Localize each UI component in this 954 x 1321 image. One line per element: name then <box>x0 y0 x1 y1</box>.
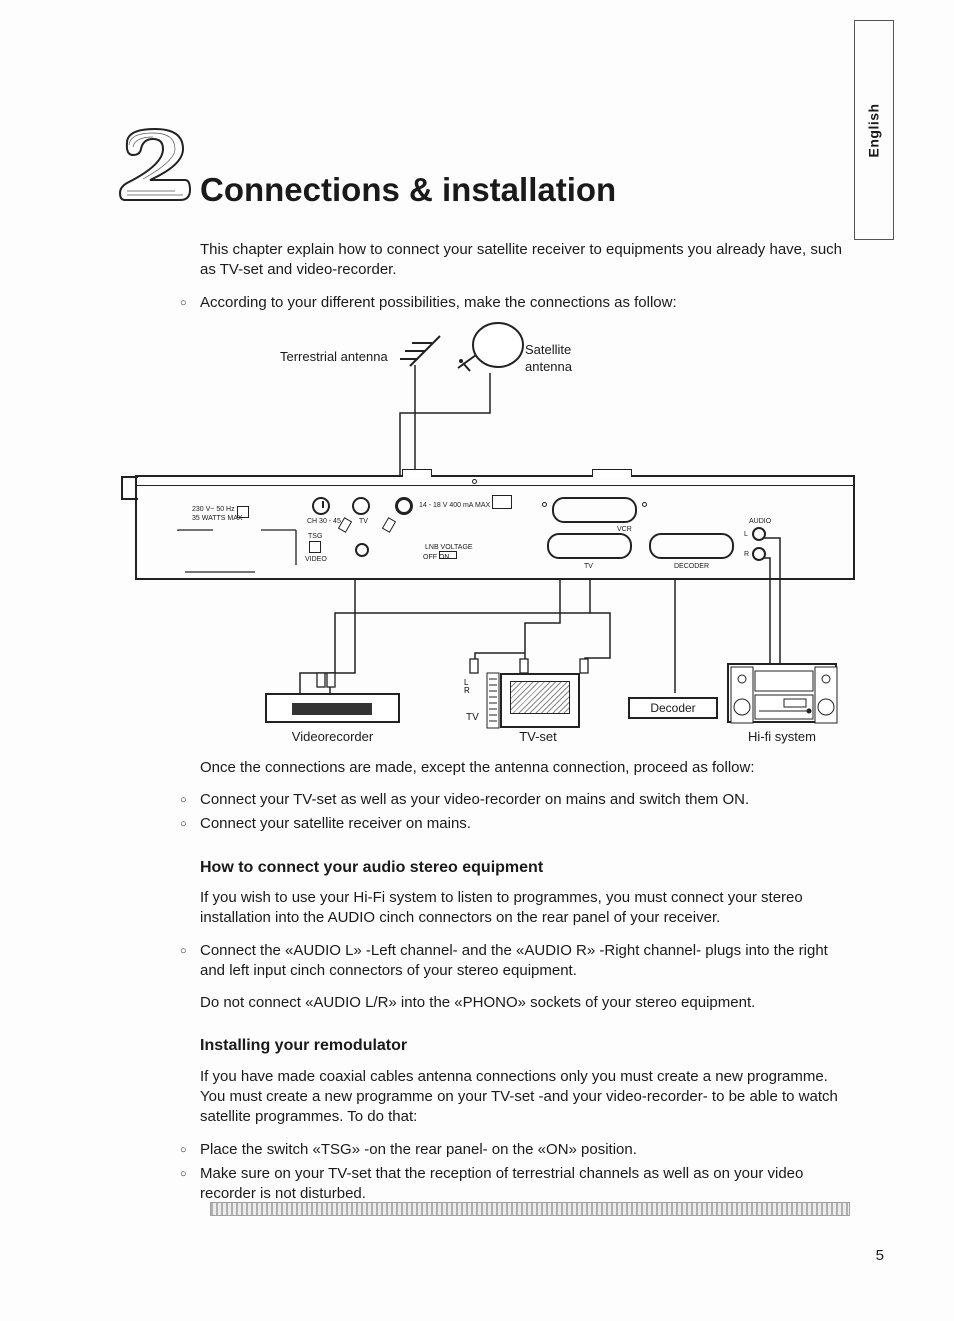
tv-scart-label: TV <box>584 562 593 571</box>
audio-l-label: L <box>744 530 748 539</box>
bullet-text: Make sure on your TV-set that the recept… <box>200 1164 850 1205</box>
bullet-item: ○ Place the switch «TSG» -on the rear pa… <box>180 1140 850 1160</box>
lnb-spec-label: 14 - 18 V 400 mA MAX <box>419 501 490 510</box>
vcr-scart-top <box>492 495 512 509</box>
audio-paragraph-2: Do not connect «AUDIO L/R» into the «PHO… <box>200 993 850 1013</box>
bullet-icon: ○ <box>180 293 200 313</box>
tvset-label: TV-set <box>488 728 588 746</box>
video-label: VIDEO <box>305 555 327 564</box>
bullet-text: Connect your satellite receiver on mains… <box>200 814 850 834</box>
dashed-group <box>177 529 297 573</box>
tsg-switch <box>309 541 321 553</box>
receiver-handle-icon <box>118 475 140 505</box>
videorecorder-device <box>265 693 400 723</box>
bullet-text: Connect the «AUDIO L» -Left channel- and… <box>200 941 850 982</box>
remod-paragraph-1: If you have made coaxial cables antenna … <box>200 1067 850 1128</box>
bullet-text: Connect your TV-set as well as your vide… <box>200 790 850 810</box>
footer-decoration <box>210 1202 850 1216</box>
audio-r-port <box>752 547 766 561</box>
decoder-device: Decoder <box>628 697 718 719</box>
bullet-icon: ○ <box>180 790 200 810</box>
remod-section-heading: Installing your remodulator <box>200 1035 850 1057</box>
tv-side-grille <box>487 673 501 728</box>
tv-rf-port <box>352 497 370 515</box>
audio-r-label: R <box>744 550 749 559</box>
audio-section-heading: How to connect your audio stereo equipme… <box>200 857 850 879</box>
screw-hole <box>472 479 477 484</box>
aux-port <box>355 543 369 557</box>
tv-scart <box>547 533 632 559</box>
bullet-item: ○ According to your different possibilit… <box>180 293 850 313</box>
lnb-plug-icon <box>381 515 401 535</box>
tvset-device <box>500 673 580 728</box>
page-number: 5 <box>876 1246 884 1266</box>
bullet-icon: ○ <box>180 1164 200 1205</box>
hifi-label: Hi-fi system <box>727 728 837 746</box>
tv-rf-label: TV <box>359 517 368 526</box>
screw-hole <box>642 502 647 507</box>
bullet-icon: ○ <box>180 1140 200 1160</box>
lnb-input-port <box>395 497 413 515</box>
videorecorder-label: Videorecorder <box>265 728 400 746</box>
bullet-text: According to your different possibilitie… <box>200 293 850 313</box>
screw-hole <box>542 502 547 507</box>
page-content: This chapter explain how to connect your… <box>180 240 850 1208</box>
chapter-number-icon <box>115 125 195 205</box>
lnb-voltage-switch <box>439 551 457 559</box>
top-port <box>592 469 632 477</box>
bullet-item: ○ Connect your satellite receiver on mai… <box>180 814 850 834</box>
bullet-text: Place the switch «TSG» -on the rear pane… <box>200 1140 850 1160</box>
rf-plug-icon <box>337 515 357 535</box>
decoder-scart-label: DECODER <box>674 562 709 571</box>
bullet-item: ○ Connect the «AUDIO L» -Left channel- a… <box>180 941 850 982</box>
audio-paragraph-1: If you wish to use your Hi-Fi system to … <box>200 888 850 929</box>
power-socket <box>237 506 249 518</box>
top-port <box>402 469 432 477</box>
audio-l-port <box>752 527 766 541</box>
vcr-scart <box>552 497 637 523</box>
post-diagram-paragraph: Once the connections are made, except th… <box>200 758 850 778</box>
hifi-device <box>727 663 837 723</box>
channel-dial <box>312 497 330 515</box>
svg-text:R: R <box>464 686 470 695</box>
power-spec-label: 230 V~ 50 Hz 35 WATTS MAX <box>192 505 243 524</box>
vcr-scart-label: VCR <box>617 525 632 534</box>
bullet-icon: ○ <box>180 814 200 834</box>
bullet-item: ○ Make sure on your TV-set that the rece… <box>180 1164 850 1205</box>
language-tab: English <box>854 20 894 240</box>
bullet-icon: ○ <box>180 941 200 982</box>
decoder-scart <box>649 533 734 559</box>
connection-diagram: Terrestrial antenna Satellite antenna <box>130 323 880 743</box>
tv-small-label: TV <box>466 711 479 725</box>
intro-paragraph: This chapter explain how to connect your… <box>200 240 850 281</box>
chapter-title: Connections & installation <box>200 168 616 213</box>
audio-label: AUDIO <box>749 517 771 526</box>
ch-label: CH 30 - 45 <box>307 517 341 526</box>
decoder-label: Decoder <box>650 700 695 716</box>
language-label: English <box>865 103 884 157</box>
bullet-item: ○ Connect your TV-set as well as your vi… <box>180 790 850 810</box>
receiver-rear-panel: 230 V~ 50 Hz 35 WATTS MAX CH 30 - 45 TV … <box>135 475 855 580</box>
